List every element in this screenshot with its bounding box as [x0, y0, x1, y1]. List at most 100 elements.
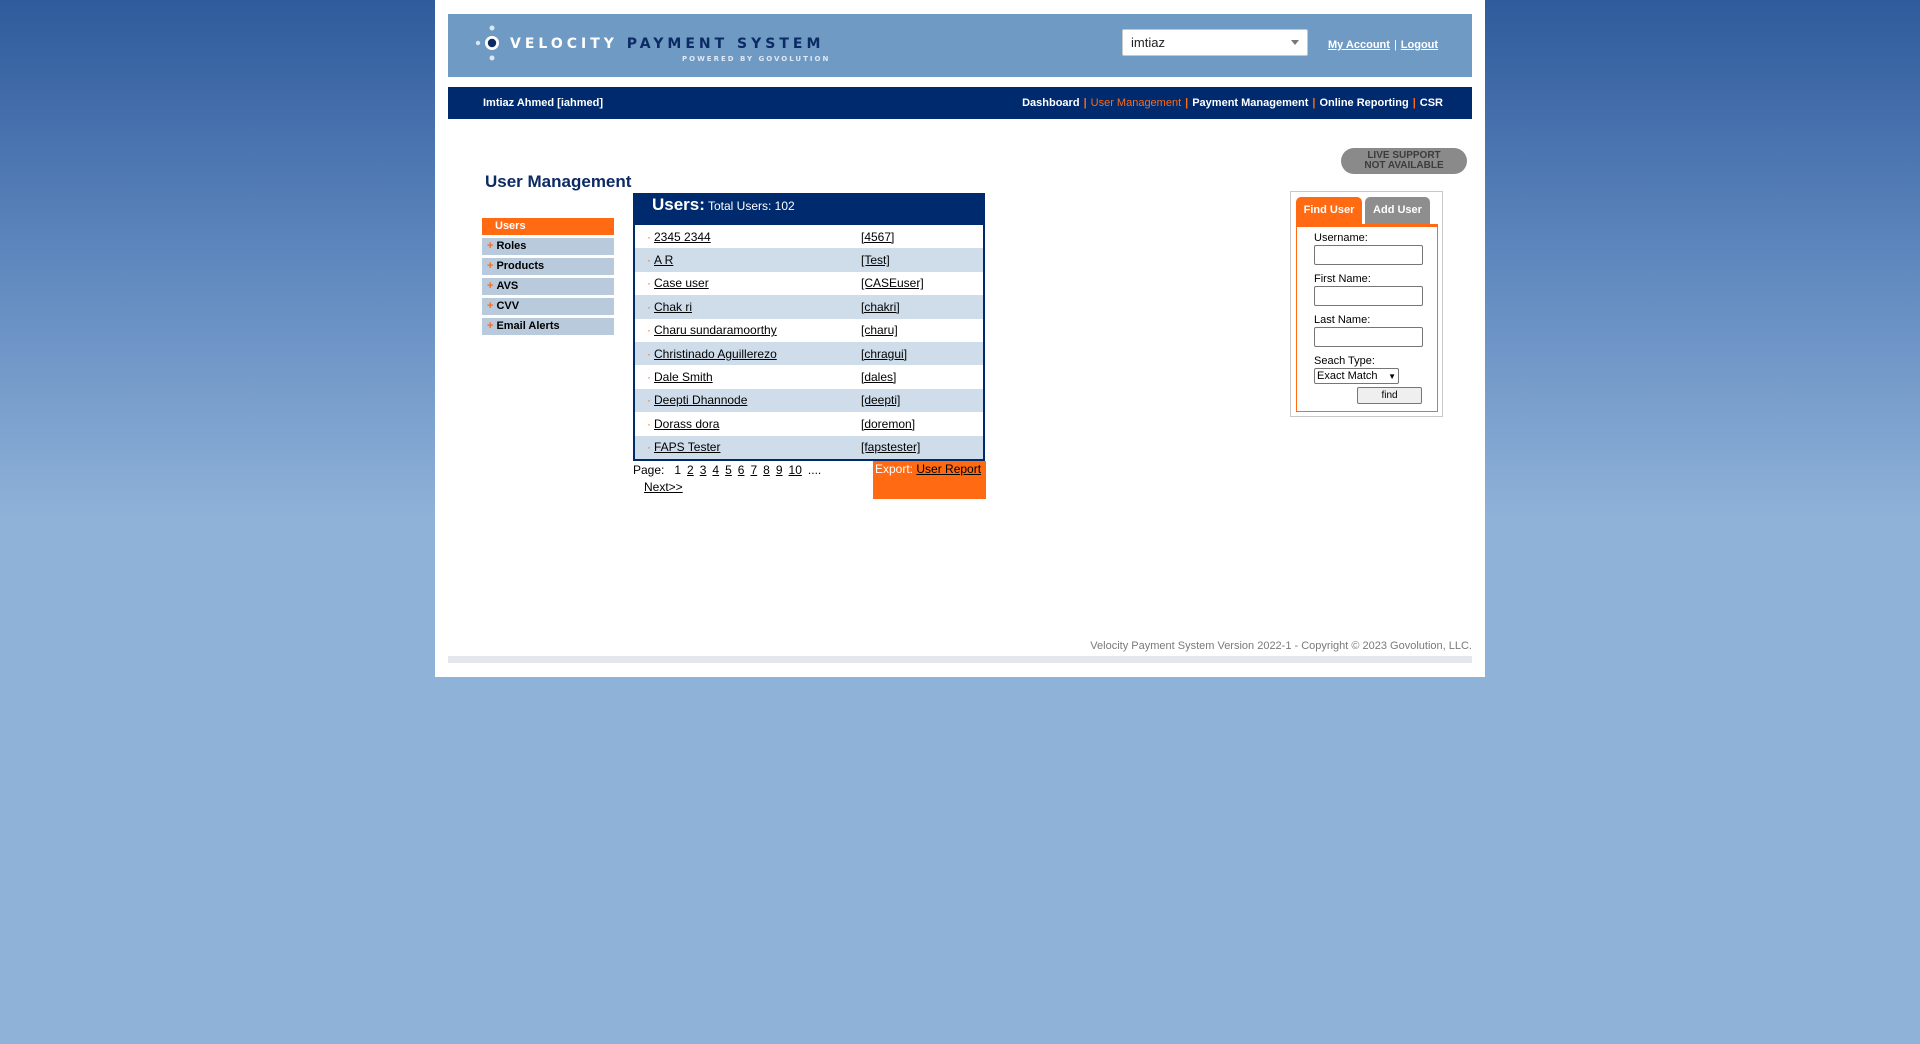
logout-link[interactable]: Logout: [1401, 39, 1438, 51]
logo-icon: [475, 25, 499, 61]
menu-item-roles[interactable]: + Roles: [482, 238, 614, 255]
menu-item-email-alerts[interactable]: + Email Alerts: [482, 318, 614, 335]
user-name-link[interactable]: Dorass dora: [654, 417, 719, 431]
pagination-ellipsis: ....: [807, 463, 822, 477]
user-id-link[interactable]: [chragui]: [861, 347, 907, 361]
search-type-select[interactable]: Exact Match ▼: [1314, 368, 1399, 384]
menu-item-products[interactable]: + Products: [482, 258, 614, 275]
footer-bar: [448, 656, 1472, 663]
table-row: · Deepti Dhannode [deepti]: [635, 388, 983, 413]
user-name-link[interactable]: Charu sundaramoorthy: [654, 323, 777, 337]
menu-item-cvv[interactable]: + CVV: [482, 298, 614, 315]
page-container: VELOCITY PAYMENT SYSTEM POWERED BY GOVOL…: [435, 0, 1485, 677]
row-bullet: ·: [647, 440, 651, 455]
table-row: · Case user [CASEuser]: [635, 271, 983, 296]
next-page-link[interactable]: Next>>: [633, 479, 867, 496]
row-bullet: ·: [647, 393, 651, 408]
table-row: · 2345 2344 [4567]: [635, 225, 983, 249]
table-row: · Chak ri [chakri]: [635, 295, 983, 319]
logo-title: VELOCITY PAYMENT SYSTEM: [510, 36, 824, 52]
plus-icon: +: [487, 260, 494, 272]
first-name-field[interactable]: [1314, 286, 1423, 306]
user-name-link[interactable]: Deepti Dhannode: [654, 393, 747, 407]
header: VELOCITY PAYMENT SYSTEM POWERED BY GOVOL…: [448, 14, 1472, 77]
user-id-link[interactable]: [doremon]: [861, 417, 915, 431]
user-id-link[interactable]: [Test]: [861, 253, 890, 267]
nav-payment-management[interactable]: Payment Management: [1192, 97, 1308, 109]
row-bullet: ·: [647, 229, 651, 244]
username-field[interactable]: [1314, 245, 1423, 265]
logo-subtitle: POWERED BY GOVOLUTION: [682, 55, 831, 63]
user-id-link[interactable]: [CASEuser]: [861, 276, 924, 290]
nav-csr[interactable]: CSR: [1420, 97, 1443, 109]
logo: VELOCITY PAYMENT SYSTEM POWERED BY GOVOL…: [474, 24, 828, 68]
row-bullet: ·: [647, 276, 651, 291]
export-label: Export:: [875, 462, 914, 476]
table-row: · FAPS Tester [fapstester]: [635, 435, 983, 459]
left-menu: Users + Roles + Products + AVS + CVV + Email …: [482, 218, 614, 338]
user-name-link[interactable]: Christinado Aguillerezo: [654, 347, 777, 361]
page-title: User Management: [485, 172, 632, 191]
pagination: Page: 1 2 3 4 5 6 7 8 9 10.... Next>>: [633, 462, 873, 496]
menu-item-label: Products: [496, 260, 545, 272]
row-bullet: ·: [647, 253, 651, 268]
page-link[interactable]: 6: [738, 463, 745, 477]
plus-icon: +: [487, 300, 494, 312]
plus-icon: +: [487, 320, 494, 332]
users-table: · 2345 2344 [4567] · A R [Test] · Case user [C…: [633, 225, 985, 461]
users-title: Users:: [652, 195, 705, 214]
menu-item-avs[interactable]: + AVS: [482, 278, 614, 295]
page-link[interactable]: 4: [712, 463, 719, 477]
users-header: Users: Total Users: 102: [633, 193, 985, 225]
plus-icon: +: [487, 280, 494, 292]
user-id-link[interactable]: [dales]: [861, 370, 896, 384]
menu-item-label: Email Alerts: [496, 320, 560, 332]
user-id-link[interactable]: [charu]: [861, 323, 898, 337]
row-bullet: ·: [647, 370, 651, 385]
nav-user-management[interactable]: User Management: [1091, 97, 1182, 109]
tab-find-user[interactable]: Find User: [1296, 197, 1362, 224]
nav-dashboard[interactable]: Dashboard: [1022, 97, 1079, 109]
pagination-current: 1: [674, 463, 682, 477]
user-id-link[interactable]: [fapstester]: [861, 440, 920, 454]
page-link[interactable]: 7: [750, 463, 757, 477]
user-name-link[interactable]: 2345 2344: [654, 230, 711, 244]
logo-word-payment-system: PAYMENT SYSTEM: [626, 36, 825, 52]
row-bullet: ·: [647, 416, 651, 431]
row-bullet: ·: [647, 299, 651, 314]
pagination-label: Page:: [633, 463, 665, 477]
my-account-link[interactable]: My Account: [1328, 39, 1390, 51]
account-select[interactable]: imtiaz: [1122, 29, 1308, 56]
menu-item-label: AVS: [496, 280, 519, 292]
user-id-link[interactable]: [chakri]: [861, 300, 900, 314]
logo-word-velocity: VELOCITY: [510, 36, 618, 52]
table-row: · Dorass dora [doremon]: [635, 412, 983, 436]
user-name-link[interactable]: A R: [654, 253, 673, 267]
search-type-label: Seach Type:: [1314, 355, 1375, 367]
export-user-report-link[interactable]: User Report: [916, 462, 981, 476]
page-link[interactable]: 3: [700, 463, 707, 477]
user-id-link[interactable]: [deepti]: [861, 393, 900, 407]
page-link[interactable]: 2: [687, 463, 694, 477]
live-support-badge[interactable]: LIVE SUPPORT NOT AVAILABLE: [1341, 148, 1467, 174]
user-name-link[interactable]: FAPS Tester: [654, 440, 720, 454]
page-link[interactable]: 10: [789, 463, 802, 477]
user-name-link[interactable]: Case user: [654, 276, 709, 290]
last-name-field[interactable]: [1314, 327, 1423, 347]
user-name-link[interactable]: Chak ri: [654, 300, 692, 314]
menu-item-users[interactable]: Users: [482, 218, 614, 235]
user-id-link[interactable]: [4567]: [861, 230, 894, 244]
tab-add-user[interactable]: Add User: [1365, 197, 1430, 224]
table-row: · A R [Test]: [635, 248, 983, 272]
menu-item-label: Roles: [496, 240, 527, 252]
page-link[interactable]: 5: [725, 463, 732, 477]
last-name-label: Last Name:: [1314, 314, 1371, 326]
find-button[interactable]: find: [1357, 387, 1422, 404]
nav-separator: |: [1412, 97, 1416, 109]
table-row: · Dale Smith [dales]: [635, 365, 983, 389]
nav-online-reporting[interactable]: Online Reporting: [1319, 97, 1408, 109]
page-link[interactable]: 9: [776, 463, 783, 477]
table-row: · Christinado Aguillerezo [chragui]: [635, 341, 983, 366]
user-name-link[interactable]: Dale Smith: [654, 370, 713, 384]
page-link[interactable]: 8: [763, 463, 770, 477]
